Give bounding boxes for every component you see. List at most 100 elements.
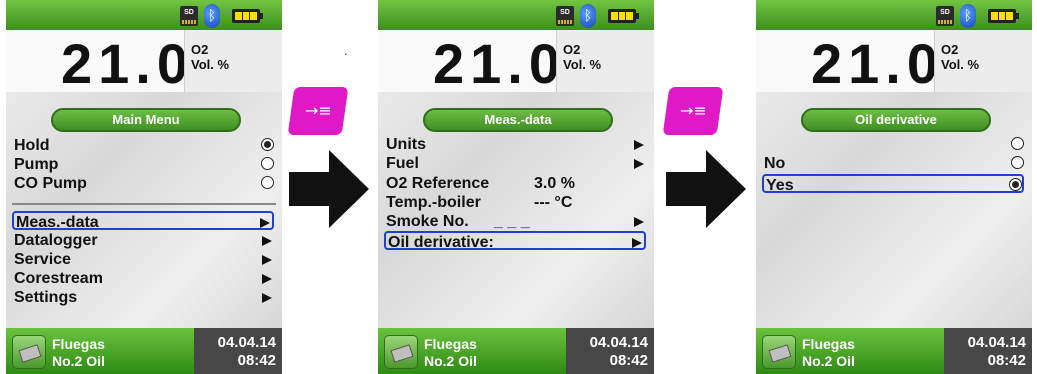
- sd-card-icon: SD: [936, 6, 954, 26]
- datetime: 04.04.14 08:42: [944, 328, 1032, 374]
- menu-item-meas-data[interactable]: Meas.-data: [12, 211, 274, 231]
- screen-meas-data: SD ᛒ 21.0 O2 Vol. % Meas.-data Units Fue…: [378, 0, 654, 374]
- menu-item-pump[interactable]: Pump: [12, 155, 274, 174]
- menu-item-service[interactable]: Service: [12, 250, 274, 269]
- program-button[interactable]: Fluegas No.2 Oil: [6, 328, 194, 374]
- radio-icon: [1011, 137, 1024, 150]
- bluetooth-icon: ᛒ: [960, 4, 976, 28]
- battery-icon: [988, 9, 1019, 23]
- menu-item-label: Service: [14, 251, 71, 268]
- menu-item-label: CO Pump: [14, 175, 87, 192]
- program-button[interactable]: Fluegas No.2 Oil: [378, 328, 566, 374]
- footer: Fluegas No.2 Oil 04.04.14 08:42: [756, 328, 1032, 374]
- gas-name: O2: [563, 42, 581, 57]
- menu-item-fuel[interactable]: Fuel: [384, 154, 646, 173]
- option-blank[interactable]: [762, 135, 1024, 154]
- sd-card-icon: SD: [556, 6, 574, 26]
- gas-unit: Vol. %: [191, 57, 230, 72]
- arrow-right-icon: [634, 140, 644, 150]
- status-bar: SD ᛒ: [756, 0, 1032, 30]
- menu-item-label: O2 Reference: [386, 175, 490, 192]
- menu-item-label: Oil derivative:: [388, 234, 494, 251]
- o2-value: 21.0: [61, 32, 194, 95]
- time: 08:42: [237, 352, 276, 369]
- menu-item-smoke-no[interactable]: Smoke No. _ _ _: [384, 212, 646, 231]
- date: 04.04.14: [217, 334, 276, 351]
- reading-panel: 21.0 O2 Vol. %: [756, 30, 1032, 95]
- menu-item-label: Datalogger: [14, 232, 98, 249]
- date: 04.04.14: [589, 334, 648, 351]
- menu-item-hold[interactable]: Hold: [12, 136, 274, 155]
- arrow-right-icon: [260, 218, 270, 228]
- status-bar: SD ᛒ: [6, 0, 282, 30]
- menu-item-temp-boiler[interactable]: Temp.-boiler --- °C: [384, 193, 646, 212]
- footer: Fluegas No.2 Oil 04.04.14 08:42: [6, 328, 282, 374]
- option-label: No: [764, 155, 786, 172]
- datetime: 04.04.14 08:42: [194, 328, 282, 374]
- enter-key-button[interactable]: →≡: [287, 87, 349, 135]
- menu-item-label: Hold: [14, 137, 50, 154]
- menu-title: Main Menu: [51, 108, 241, 132]
- time: 08:42: [609, 352, 648, 369]
- radio-icon: [261, 176, 274, 189]
- menu-item-units[interactable]: Units: [384, 135, 646, 154]
- gas-name: O2: [941, 42, 959, 57]
- menu-item-label: Corestream: [14, 270, 103, 287]
- footer: Fluegas No.2 Oil 04.04.14 08:42: [378, 328, 654, 374]
- menu-item-datalogger[interactable]: Datalogger: [12, 231, 274, 250]
- program-icon: [384, 335, 418, 369]
- menu-item-label: Settings: [14, 289, 78, 306]
- enter-key-button[interactable]: →≡: [662, 87, 724, 135]
- program-button[interactable]: Fluegas No.2 Oil: [756, 328, 944, 374]
- date: 04.04.14: [967, 334, 1026, 351]
- reading-panel: 21.0 O2 Vol. %: [378, 30, 654, 95]
- divider: [12, 203, 276, 205]
- arrow-right-icon: [289, 150, 369, 228]
- o2-value: 21.0: [433, 32, 566, 95]
- menu-item-label: Smoke No.: [386, 213, 469, 230]
- bluetooth-icon: ᛒ: [580, 4, 596, 28]
- battery-icon: [232, 9, 263, 23]
- program-name: Fluegas: [52, 336, 105, 352]
- option-yes[interactable]: Yes: [762, 174, 1024, 194]
- radio-icon: [261, 157, 274, 170]
- menu-item-settings[interactable]: Settings: [12, 288, 274, 307]
- menu-item-co-pump[interactable]: CO Pump: [12, 174, 274, 193]
- arrow-right-icon: [262, 293, 272, 303]
- datetime: 04.04.14 08:42: [566, 328, 654, 374]
- gas-box: O2 Vol. %: [934, 30, 1032, 92]
- gas-name: O2: [191, 42, 209, 57]
- screen-oil-derivative: SD ᛒ 21.0 O2 Vol. % Oil derivative No Ye…: [756, 0, 1032, 374]
- program-icon: [12, 335, 46, 369]
- menu-title: Meas.-data: [423, 108, 613, 132]
- reading-panel: 21.0 O2 Vol. %: [6, 30, 282, 95]
- option-no[interactable]: No: [762, 154, 1024, 173]
- menu-item-label: Fuel: [386, 155, 419, 172]
- program-name: Fluegas: [424, 336, 477, 352]
- fuel-name: No.2 Oil: [802, 353, 855, 369]
- menu-item-value: --- °C: [534, 194, 573, 211]
- bluetooth-icon: ᛒ: [204, 4, 220, 28]
- menu-item-label: Temp.-boiler: [386, 194, 481, 211]
- stray-mark: .: [344, 44, 348, 58]
- menu-item-o2-reference[interactable]: O2 Reference 3.0 %: [384, 174, 646, 193]
- gas-unit: Vol. %: [941, 57, 980, 72]
- menu-title: Oil derivative: [801, 108, 991, 132]
- arrow-right-icon: [634, 217, 644, 227]
- radio-icon: [261, 138, 274, 151]
- arrow-right-icon: [666, 150, 746, 228]
- gas-box: O2 Vol. %: [556, 30, 654, 92]
- program-icon: [762, 335, 796, 369]
- option-label: Yes: [766, 177, 794, 194]
- program-name: Fluegas: [802, 336, 855, 352]
- menu-item-oil-derivative[interactable]: Oil derivative:: [384, 231, 646, 251]
- fuel-name: No.2 Oil: [52, 353, 105, 369]
- radio-icon: [1009, 178, 1022, 191]
- battery-icon: [608, 9, 639, 23]
- menu-item-value: _ _ _: [494, 213, 530, 230]
- menu-item-corestream[interactable]: Corestream: [12, 269, 274, 288]
- o2-value: 21.0: [811, 32, 944, 95]
- screen-main-menu: SD ᛒ 21.0 O2 Vol. % Main Menu Hold Pump …: [6, 0, 282, 374]
- arrow-right-icon: [262, 274, 272, 284]
- gas-box: O2 Vol. %: [184, 30, 282, 92]
